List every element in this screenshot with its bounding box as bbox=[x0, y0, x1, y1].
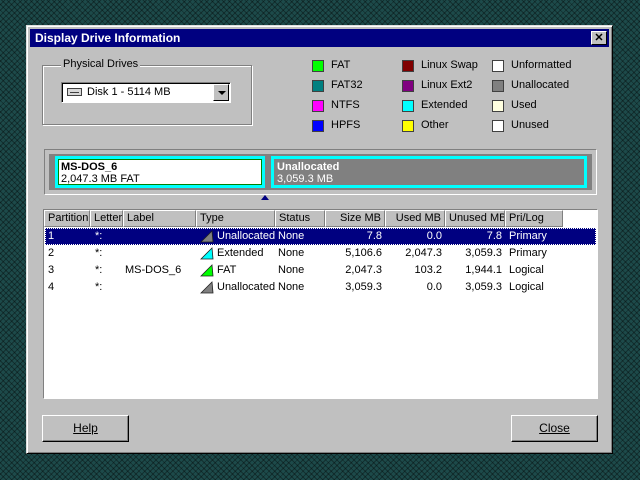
cell-type: Unallocated bbox=[217, 281, 276, 293]
cell-size: 7.8 bbox=[366, 230, 382, 242]
cell-label: MS-DOS_6 bbox=[125, 264, 182, 276]
column-header[interactable]: Pri/Log bbox=[505, 210, 563, 227]
cell-letter: *: bbox=[95, 247, 103, 259]
legend-label: Unformatted bbox=[511, 59, 572, 71]
column-header[interactable]: Type bbox=[196, 210, 275, 227]
segment-name: MS-DOS_6 bbox=[61, 161, 118, 173]
partition-list[interactable]: Partition Letter Label Type Status Size MB Use… bbox=[43, 209, 598, 399]
legend-swatch bbox=[492, 80, 504, 92]
close-icon[interactable]: ✕ bbox=[591, 31, 607, 45]
cell-used: 0.0 bbox=[426, 281, 442, 293]
table-row[interactable]: 1 *: Unallocated None 7.8 0.0 7.8 Primary bbox=[45, 228, 596, 245]
legend-swatch bbox=[312, 60, 324, 72]
cell-letter: *: bbox=[95, 264, 103, 276]
display-drive-info-dialog: Display Drive Information ✕ Physical Dri… bbox=[26, 25, 613, 454]
cell-status: None bbox=[278, 230, 305, 242]
column-header[interactable]: Size MB bbox=[325, 210, 385, 227]
partition-type-icon bbox=[200, 264, 214, 277]
segment-name: Unallocated bbox=[277, 161, 340, 173]
legend-swatch bbox=[492, 60, 504, 72]
legend-label: Unused bbox=[511, 119, 549, 131]
column-header[interactable]: Partition bbox=[44, 210, 90, 227]
partition-type-icon bbox=[200, 230, 214, 243]
table-row[interactable]: 2 *: Extended None 5,106.6 2,047.3 3,059.3 Prim… bbox=[45, 245, 596, 262]
column-header[interactable]: Label bbox=[123, 210, 196, 227]
selection-marker-icon bbox=[261, 195, 269, 200]
cell-status: None bbox=[278, 281, 305, 293]
list-header: Partition Letter Label Type Status Size MB Use… bbox=[44, 210, 597, 227]
cell-status: None bbox=[278, 247, 305, 259]
legend-label: NTFS bbox=[331, 99, 360, 111]
physical-drive-select[interactable]: Disk 1 - 5114 MB bbox=[61, 82, 231, 103]
legend-label: Other bbox=[421, 119, 449, 131]
legend-label: FAT bbox=[331, 59, 351, 71]
legend-swatch bbox=[402, 120, 414, 132]
title-bar[interactable]: Display Drive Information ✕ bbox=[30, 29, 609, 47]
legend-swatch bbox=[492, 120, 504, 132]
legend-label: Unallocated bbox=[511, 79, 570, 91]
cell-used: 103.2 bbox=[414, 264, 442, 276]
cell-type: Extended bbox=[217, 247, 264, 259]
table-row[interactable]: 4 *: Unallocated None 3,059.3 0.0 3,059.3 Logic… bbox=[45, 279, 596, 296]
legend-swatch bbox=[312, 120, 324, 132]
cell-partition: 1 bbox=[48, 230, 55, 242]
cell-letter: *: bbox=[95, 230, 103, 242]
cell-prilog: Primary bbox=[509, 247, 547, 259]
disk-map-segment-unallocated[interactable]: Unallocated 3,059.3 MB bbox=[271, 156, 587, 188]
cell-unused: 1,944.1 bbox=[465, 264, 502, 276]
cell-unused: 3,059.3 bbox=[465, 247, 502, 259]
legend-swatch bbox=[402, 60, 414, 72]
cell-partition: 3 bbox=[48, 264, 55, 276]
column-header[interactable]: Status bbox=[275, 210, 325, 227]
legend-label: Used bbox=[511, 99, 537, 111]
legend-swatch bbox=[312, 80, 324, 92]
cell-unused: 3,059.3 bbox=[465, 281, 502, 293]
legend-swatch bbox=[312, 100, 324, 112]
close-button[interactable]: Close bbox=[511, 415, 598, 442]
disk-map-segment-fat[interactable]: MS-DOS_6 2,047.3 MB FAT bbox=[55, 156, 265, 188]
column-header[interactable]: Letter bbox=[90, 210, 123, 227]
cell-prilog: Logical bbox=[509, 264, 544, 276]
cell-size: 5,106.6 bbox=[345, 247, 382, 259]
cell-size: 3,059.3 bbox=[345, 281, 382, 293]
legend-label: Linux Swap bbox=[421, 59, 478, 71]
window-title: Display Drive Information bbox=[35, 31, 181, 45]
cell-unused: 7.8 bbox=[486, 230, 502, 242]
cell-size: 2,047.3 bbox=[345, 264, 382, 276]
cell-letter: *: bbox=[95, 281, 103, 293]
legend-label: FAT32 bbox=[331, 79, 363, 91]
disk-map: MS-DOS_6 2,047.3 MB FAT Unallocated 3,05… bbox=[44, 149, 597, 195]
cell-used: 2,047.3 bbox=[405, 247, 442, 259]
cell-used: 0.0 bbox=[426, 230, 442, 242]
legend-swatch bbox=[492, 100, 504, 112]
legend-swatch bbox=[402, 80, 414, 92]
chevron-down-icon[interactable] bbox=[213, 84, 229, 101]
cell-type: FAT bbox=[217, 264, 237, 276]
legend-label: Linux Ext2 bbox=[421, 79, 473, 91]
segment-detail: 3,059.3 MB bbox=[277, 173, 334, 185]
cell-prilog: Primary bbox=[509, 230, 547, 242]
cell-partition: 2 bbox=[48, 247, 55, 259]
partition-type-icon bbox=[200, 281, 214, 294]
legend-label: Extended bbox=[421, 99, 468, 111]
legend-label: HPFS bbox=[331, 119, 361, 131]
cell-status: None bbox=[278, 264, 305, 276]
help-button[interactable]: Help bbox=[42, 415, 129, 442]
physical-drives-label: Physical Drives bbox=[61, 58, 141, 70]
hard-drive-icon bbox=[67, 88, 82, 96]
column-header[interactable]: Unused MB bbox=[445, 210, 505, 227]
cell-prilog: Logical bbox=[509, 281, 544, 293]
legend-swatch bbox=[402, 100, 414, 112]
cell-partition: 4 bbox=[48, 281, 55, 293]
cell-type: Unallocated bbox=[217, 230, 276, 242]
column-header[interactable]: Used MB bbox=[385, 210, 445, 227]
physical-drive-value: Disk 1 - 5114 MB bbox=[87, 86, 171, 98]
table-row[interactable]: 3 *: MS-DOS_6 FAT None 2,047.3 103.2 1,944.1 Log… bbox=[45, 262, 596, 279]
segment-detail: 2,047.3 MB FAT bbox=[61, 173, 140, 185]
partition-type-icon bbox=[200, 247, 214, 260]
